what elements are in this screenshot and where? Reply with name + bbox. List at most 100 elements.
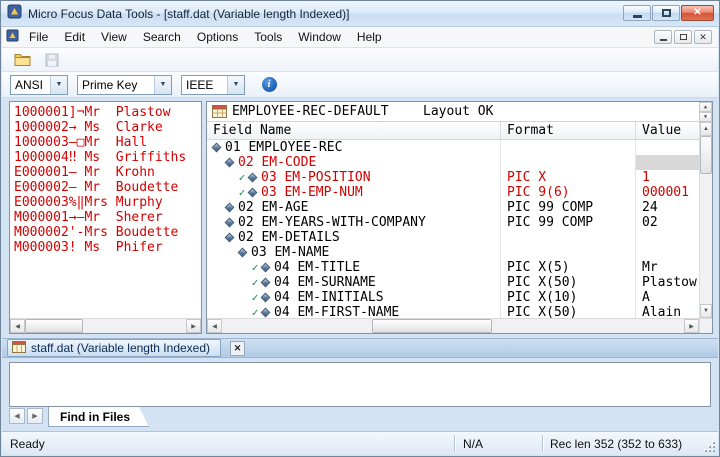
find-tab-label: Find in Files xyxy=(60,410,130,424)
field-value[interactable]: Plastow xyxy=(636,275,699,290)
mdi-restore-button[interactable] xyxy=(674,30,692,44)
scroll-left-icon[interactable]: ◀ xyxy=(10,319,25,333)
record-list-item[interactable]: E000003%‖Mrs Murphy xyxy=(14,195,201,210)
find-in-files-output[interactable] xyxy=(9,362,711,407)
resize-grip[interactable] xyxy=(703,440,715,452)
field-row[interactable]: ✓04 EM-TITLEPIC X(5)Mr xyxy=(207,260,699,275)
record-list-item[interactable]: E000002– Mr Boudette xyxy=(14,180,201,195)
scrollbar-track[interactable] xyxy=(492,319,684,333)
chevron-down-icon[interactable]: ▼ xyxy=(154,76,171,94)
scroll-down-icon[interactable]: ▼ xyxy=(700,304,712,318)
scrollbar-corner xyxy=(699,318,712,333)
menu-item-tools[interactable]: Tools xyxy=(246,27,290,47)
field-value[interactable]: 24 xyxy=(636,200,699,215)
charset-combo[interactable]: ANSI ▼ xyxy=(10,75,68,95)
record-layout-icon xyxy=(212,105,227,122)
column-format[interactable]: Format xyxy=(501,122,636,139)
layout-vscrollbar[interactable]: ▲ ▼ xyxy=(699,122,712,318)
field-value[interactable]: 02 xyxy=(636,215,699,230)
field-value[interactable]: Alain xyxy=(636,305,699,318)
record-list-item[interactable]: M000002'-Mrs Boudette xyxy=(14,225,201,240)
layout-hscrollbar[interactable]: ◀ ▶ xyxy=(207,318,699,333)
scrollbar-thumb[interactable] xyxy=(700,136,712,174)
field-value[interactable]: A xyxy=(636,290,699,305)
layout-rows: 01 EMPLOYEE-REC02 EM-CODE✓03 EM-POSITION… xyxy=(207,140,699,318)
column-field-name[interactable]: Field Name xyxy=(207,122,501,139)
record-list-item[interactable]: 1000002→ Ms Clarke xyxy=(14,120,201,135)
open-file-button[interactable] xyxy=(10,49,34,70)
tab-staff-dat[interactable]: staff.dat (Variable length Indexed) xyxy=(7,339,221,357)
record-list-item[interactable]: 1000004‼ Ms Griffiths xyxy=(14,150,201,165)
tab-scroll-left-button[interactable]: ◀ xyxy=(9,408,25,424)
scrollbar-track[interactable] xyxy=(700,174,712,304)
field-value[interactable] xyxy=(636,245,699,260)
scroll-up-icon[interactable]: ▲ xyxy=(700,122,712,136)
scroll-left-icon[interactable]: ◀ xyxy=(207,319,222,333)
scroll-right-icon[interactable]: ▶ xyxy=(186,319,201,333)
document-icon[interactable] xyxy=(6,29,19,45)
menu-item-file[interactable]: File xyxy=(21,27,56,47)
record-list-item[interactable]: M000001→—Mr Sherer xyxy=(14,210,201,225)
field-row[interactable]: ✓04 EM-FIRST-NAMEPIC X(50)Alain xyxy=(207,305,699,318)
field-row[interactable]: 02 EM-CODE xyxy=(207,155,699,170)
restore-icon xyxy=(662,9,671,17)
scrollbar-thumb[interactable] xyxy=(25,319,83,333)
menu-item-search[interactable]: Search xyxy=(135,27,189,47)
mdi-minimize-button[interactable] xyxy=(654,30,672,44)
field-value[interactable]: 000001 xyxy=(636,185,699,200)
output-tab-row: ◀ ▶ Find in Files xyxy=(9,407,711,431)
key-combo[interactable]: Prime Key ▼ xyxy=(77,75,172,95)
field-row[interactable]: 01 EMPLOYEE-REC xyxy=(207,140,699,155)
field-row[interactable]: 02 EM-AGEPIC 99 COMP24 xyxy=(207,200,699,215)
mdi-close-button[interactable]: ✕ xyxy=(694,30,712,44)
record-list-item[interactable]: E000001— Mr Krohn xyxy=(14,165,201,180)
float-format-combo[interactable]: IEEE ▼ xyxy=(181,75,245,95)
field-value[interactable] xyxy=(636,155,699,170)
field-diamond-icon xyxy=(248,188,258,198)
field-row[interactable]: 03 EM-NAME xyxy=(207,245,699,260)
field-row[interactable]: ✓04 EM-SURNAMEPIC X(50)Plastow xyxy=(207,275,699,290)
field-name: 01 EMPLOYEE-REC xyxy=(225,140,342,155)
menu-item-options[interactable]: Options xyxy=(189,27,246,47)
spin-down-icon[interactable]: ▼ xyxy=(699,112,712,122)
menu-bar: FileEditViewSearchOptionsToolsWindowHelp… xyxy=(2,27,718,48)
scrollbar-thumb[interactable] xyxy=(372,319,492,333)
record-list-item[interactable]: 1000003—□Mr Hall xyxy=(14,135,201,150)
tab-scroll-right-button[interactable]: ▶ xyxy=(27,408,43,424)
field-value[interactable] xyxy=(636,230,699,245)
field-row[interactable]: ✓03 EM-EMP-NUMPIC 9(6)000001 xyxy=(207,185,699,200)
close-button[interactable]: ✕ xyxy=(681,5,714,21)
field-row[interactable]: 02 EM-DETAILS xyxy=(207,230,699,245)
field-row[interactable]: ✓04 EM-INITIALSPIC X(10)A xyxy=(207,290,699,305)
field-value[interactable] xyxy=(636,140,699,155)
field-name: 02 EM-DETAILS xyxy=(238,230,340,245)
scrollbar-track[interactable] xyxy=(83,319,186,333)
close-document-button[interactable]: ✕ xyxy=(230,341,245,356)
field-row[interactable]: 02 EM-YEARS-WITH-COMPANYPIC 99 COMP02 xyxy=(207,215,699,230)
record-list-hscrollbar[interactable]: ◀ ▶ xyxy=(10,318,201,333)
scroll-right-icon[interactable]: ▶ xyxy=(684,319,699,333)
key-info-button[interactable]: i xyxy=(258,75,280,95)
field-format: PIC 99 COMP xyxy=(501,200,636,215)
menu-item-help[interactable]: Help xyxy=(349,27,390,47)
field-value[interactable]: Mr xyxy=(636,260,699,275)
chevron-down-icon[interactable]: ▼ xyxy=(50,76,67,94)
minimize-button[interactable] xyxy=(623,5,651,21)
save-file-button[interactable] xyxy=(40,49,64,70)
chevron-down-icon[interactable]: ▼ xyxy=(227,76,244,94)
field-value[interactable]: 1 xyxy=(636,170,699,185)
menu-item-edit[interactable]: Edit xyxy=(56,27,93,47)
restore-button[interactable] xyxy=(652,5,680,21)
check-icon: ✓ xyxy=(237,185,247,200)
field-name: 04 EM-SURNAME xyxy=(274,275,376,290)
spin-up-icon[interactable]: ▲ xyxy=(699,102,712,112)
field-diamond-icon xyxy=(225,203,235,213)
field-row[interactable]: ✓03 EM-POSITIONPIC X1 xyxy=(207,170,699,185)
record-list-item[interactable]: M000003! Ms Phifer xyxy=(14,240,201,255)
column-value[interactable]: Value xyxy=(636,122,699,139)
menu-item-window[interactable]: Window xyxy=(290,27,349,47)
tab-find-in-files[interactable]: Find in Files xyxy=(48,407,149,427)
menu-item-view[interactable]: View xyxy=(93,27,135,47)
record-list-item[interactable]: 1000001]¬Mr Plastow xyxy=(14,105,201,120)
scrollbar-track[interactable] xyxy=(222,319,372,333)
